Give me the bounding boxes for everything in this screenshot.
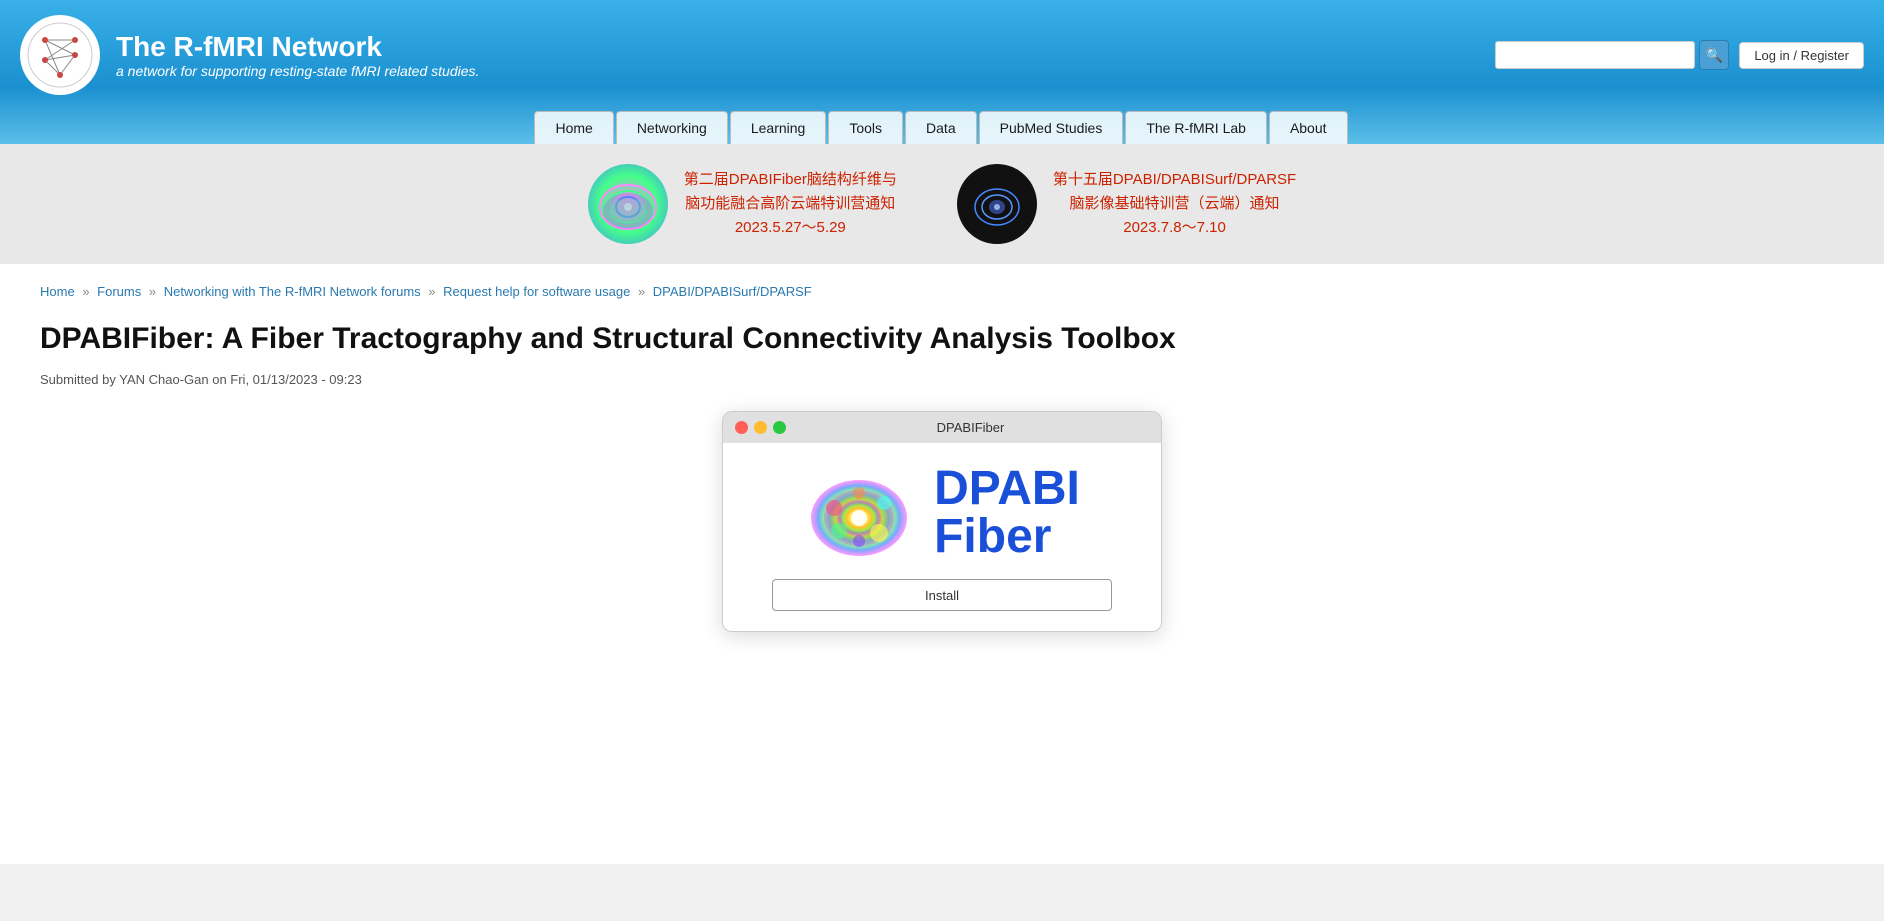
nav-item-home[interactable]: Home: [534, 111, 613, 144]
window-close-button[interactable]: [735, 421, 748, 434]
window-titlebar: DPABIFiber: [723, 412, 1161, 443]
nav-item-networking[interactable]: Networking: [616, 111, 728, 144]
nav-item-rfmrilab[interactable]: The R-fMRI Lab: [1125, 111, 1267, 144]
banner-item-2[interactable]: 第十五届DPABI/DPABISurf/DPARSF脑影像基础特训营（云端）通知…: [957, 164, 1296, 244]
nav-item-tools[interactable]: Tools: [828, 111, 903, 144]
search-input[interactable]: [1495, 41, 1695, 69]
login-button[interactable]: Log in / Register: [1739, 42, 1864, 69]
breadcrumb: Home » Forums » Networking with The R-fM…: [40, 284, 1844, 299]
breadcrumb-networking-forums[interactable]: Networking with The R-fMRI Network forum…: [164, 284, 421, 299]
app-window: DPABIFiber: [722, 411, 1162, 632]
brain-icon: [804, 463, 914, 563]
install-button[interactable]: Install: [772, 579, 1112, 611]
header-top: The R-fMRI Network a network for support…: [20, 15, 1864, 107]
window-body: DPABI Fiber Install: [723, 443, 1161, 631]
sep-4: »: [638, 284, 645, 299]
app-logo-area: DPABI Fiber: [804, 463, 1080, 563]
site-title: The R-fMRI Network: [116, 31, 479, 63]
breadcrumb-home[interactable]: Home: [40, 284, 75, 299]
sep-1: »: [82, 284, 89, 299]
dpabi-label: DPABI: [934, 465, 1080, 513]
search-button[interactable]: 🔍: [1699, 40, 1729, 70]
breadcrumb-forums[interactable]: Forums: [97, 284, 141, 299]
nav-bar: Home Networking Learning Tools Data PubM…: [20, 107, 1864, 144]
sep-2: »: [149, 284, 156, 299]
window-minimize-button[interactable]: [754, 421, 767, 434]
logo-area: The R-fMRI Network a network for support…: [20, 15, 479, 95]
window-title: DPABIFiber: [792, 420, 1149, 435]
article-title: DPABIFiber: A Fiber Tractography and Str…: [40, 319, 1844, 358]
banner-image-1: [588, 164, 668, 244]
banner-image-2: [957, 164, 1037, 244]
search-box: 🔍: [1495, 40, 1729, 70]
window-maximize-button[interactable]: [773, 421, 786, 434]
page-header: The R-fMRI Network a network for support…: [0, 0, 1884, 144]
banner-item-1[interactable]: 第二届DPABIFiber脑结构纤维与脑功能融合高阶云端特训营通知2023.5.…: [588, 164, 897, 244]
banner-text-1: 第二届DPABIFiber脑结构纤维与脑功能融合高阶云端特训营通知2023.5.…: [684, 168, 897, 240]
sep-3: »: [428, 284, 435, 299]
nav-item-about[interactable]: About: [1269, 111, 1348, 144]
article-meta: Submitted by YAN Chao-Gan on Fri, 01/13/…: [40, 372, 1844, 387]
banner-section: 第二届DPABIFiber脑结构纤维与脑功能融合高阶云端特训营通知2023.5.…: [0, 144, 1884, 264]
banner-text-2: 第十五届DPABI/DPABISurf/DPARSF脑影像基础特训营（云端）通知…: [1053, 168, 1296, 240]
nav-item-data[interactable]: Data: [905, 111, 977, 144]
breadcrumb-request-help[interactable]: Request help for software usage: [443, 284, 630, 299]
fiber-label: Fiber: [934, 513, 1051, 561]
site-subtitle: a network for supporting resting-state f…: [116, 63, 479, 79]
header-right: 🔍 Log in / Register: [1495, 40, 1864, 70]
breadcrumb-dpabi[interactable]: DPABI/DPABISurf/DPARSF: [653, 284, 812, 299]
main-content: Home » Forums » Networking with The R-fM…: [0, 264, 1884, 864]
site-logo: [20, 15, 100, 95]
site-title-area: The R-fMRI Network a network for support…: [116, 31, 479, 79]
nav-item-learning[interactable]: Learning: [730, 111, 827, 144]
nav-item-pubmed[interactable]: PubMed Studies: [979, 111, 1124, 144]
